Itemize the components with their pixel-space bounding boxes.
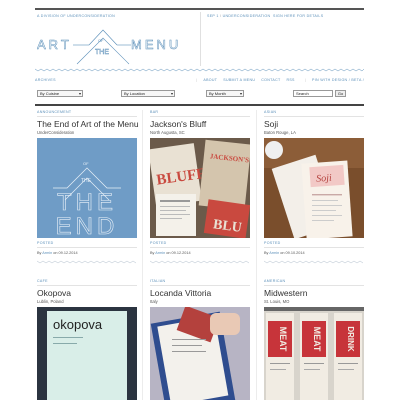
post-image[interactable]: MEAT MEAT DRINK <box>264 307 364 400</box>
month-select-value: By Month <box>209 91 226 96</box>
cover-word-2: END <box>56 213 119 238</box>
post-byline: By Armin on 09.12.2014 <box>150 251 191 255</box>
post-image[interactable]: Locanda Vittoria <box>150 307 250 400</box>
byline-by: By <box>37 251 42 255</box>
nav-about[interactable]: About <box>203 78 217 82</box>
nav-submit[interactable]: Submit a menu <box>223 78 255 82</box>
post-byline: By Armin on 09.12.2014 <box>37 251 78 255</box>
site-logo[interactable]: ART OF THE MENU <box>37 24 197 68</box>
post-category[interactable]: Announcement <box>37 110 71 114</box>
nav-links: | About Submit a menu Contact RSS | Pin … <box>196 78 364 82</box>
posted-label: Posted <box>150 241 167 245</box>
post-title[interactable]: Soji <box>264 119 278 129</box>
cover-word-1-b: MEAT <box>312 327 322 352</box>
chevron-down-icon: ▾ <box>78 91 81 96</box>
byline-date: on 09.10.2014 <box>280 251 305 255</box>
cover-word-2: DRINK <box>346 326 355 352</box>
site-tagline[interactable]: A Division of UnderConsideration <box>37 14 115 18</box>
post-category[interactable]: Italian <box>150 279 165 283</box>
chevron-down-icon: ▾ <box>239 91 242 96</box>
post-category[interactable]: American <box>264 279 285 283</box>
nav-right-link[interactable]: Pin with Design / Beta / Not so cool <box>312 78 364 82</box>
cover-word-1: MEAT <box>278 327 288 352</box>
issue-label: Sep 1 <box>207 14 219 18</box>
cover-the-small: THE <box>81 178 92 184</box>
post-location: Baton Rouge, LA <box>264 130 296 135</box>
chevron-down-icon: ▾ <box>170 91 173 96</box>
zigzag-divider <box>37 260 137 264</box>
location-select-value: By Location <box>124 91 145 96</box>
cuisine-select-value: By Cuisine <box>40 91 60 96</box>
grid-top-rule <box>35 104 364 106</box>
post-title[interactable]: The End of Art of the Menu <box>37 119 139 129</box>
zigzag-divider <box>35 68 364 72</box>
logo-of: OF <box>98 38 104 43</box>
byline-author[interactable]: Armin <box>155 251 165 255</box>
byline-by: By <box>264 251 269 255</box>
post-image[interactable]: Soji <box>264 138 364 238</box>
post-location: North Augusta, SC <box>150 130 185 135</box>
header-divider <box>200 12 201 66</box>
main-nav: Archives | About Submit a menu Contact R… <box>35 76 364 84</box>
nav-rss[interactable]: RSS <box>286 78 294 82</box>
post-category[interactable]: Asian <box>264 110 276 114</box>
post-title[interactable]: Okopova <box>37 288 71 298</box>
byline-author[interactable]: Armin <box>269 251 279 255</box>
cover-word-1: Soji <box>316 173 333 185</box>
cover-word-1: THE <box>57 189 117 216</box>
post-image[interactable]: OF THE THE END <box>37 138 137 238</box>
filter-bar: By Cuisine ▾ By Location ▾ By Month ▾ Se… <box>35 90 364 100</box>
month-select[interactable]: By Month ▾ <box>206 90 244 97</box>
post-title[interactable]: Jackson's Bluff <box>150 119 206 129</box>
post-location: St. Louis, MO <box>264 299 290 304</box>
search-input[interactable]: Search <box>293 90 333 97</box>
location-select[interactable]: By Location ▾ <box>121 90 175 97</box>
zigzag-divider <box>150 260 250 264</box>
issue-rest: UnderConsideration <box>222 14 271 18</box>
byline-by: By <box>150 251 155 255</box>
post-image[interactable]: okopova <box>37 307 137 400</box>
column-divider <box>142 110 143 400</box>
zigzag-divider <box>264 260 364 264</box>
logo-menu: MENU <box>131 37 181 52</box>
post-location: Italy <box>150 299 158 304</box>
byline-date: on 09.12.2014 <box>53 251 78 255</box>
post-location: UnderConsideration <box>37 130 75 135</box>
post-category[interactable]: Bar <box>150 110 158 114</box>
post-category[interactable]: Cafe <box>37 279 48 283</box>
post-location: Lublin, Poland <box>37 299 64 304</box>
nav-contact[interactable]: Contact <box>261 78 280 82</box>
issue-info: Sep 1 / UnderConsideration Sign here for… <box>207 14 323 18</box>
post-byline: By Armin on 09.10.2014 <box>264 251 305 255</box>
byline-date: on 09.12.2014 <box>166 251 191 255</box>
posted-label: Posted <box>264 241 281 245</box>
top-rule <box>35 8 364 10</box>
search-go-button[interactable]: Go <box>335 90 346 97</box>
column-divider <box>256 110 257 400</box>
cover-of: OF <box>83 161 89 166</box>
issue-link[interactable]: Sign here for details <box>273 14 323 18</box>
issue-separator: / <box>219 14 222 18</box>
byline-author[interactable]: Armin <box>42 251 52 255</box>
nav-archives[interactable]: Archives <box>35 78 192 82</box>
cover-word-1: okopova <box>53 317 103 332</box>
post-title[interactable]: Midwestern <box>264 288 307 298</box>
logo-the: THE <box>95 49 109 56</box>
post-title[interactable]: Locanda Vittoria <box>150 288 211 298</box>
posted-label: Posted <box>37 241 54 245</box>
logo-art: ART <box>37 37 72 52</box>
page: A Division of UnderConsideration Sep 1 /… <box>35 0 364 400</box>
cuisine-select[interactable]: By Cuisine ▾ <box>37 90 83 97</box>
post-image[interactable]: BLUFF JACKSON'S BLU <box>150 138 250 238</box>
